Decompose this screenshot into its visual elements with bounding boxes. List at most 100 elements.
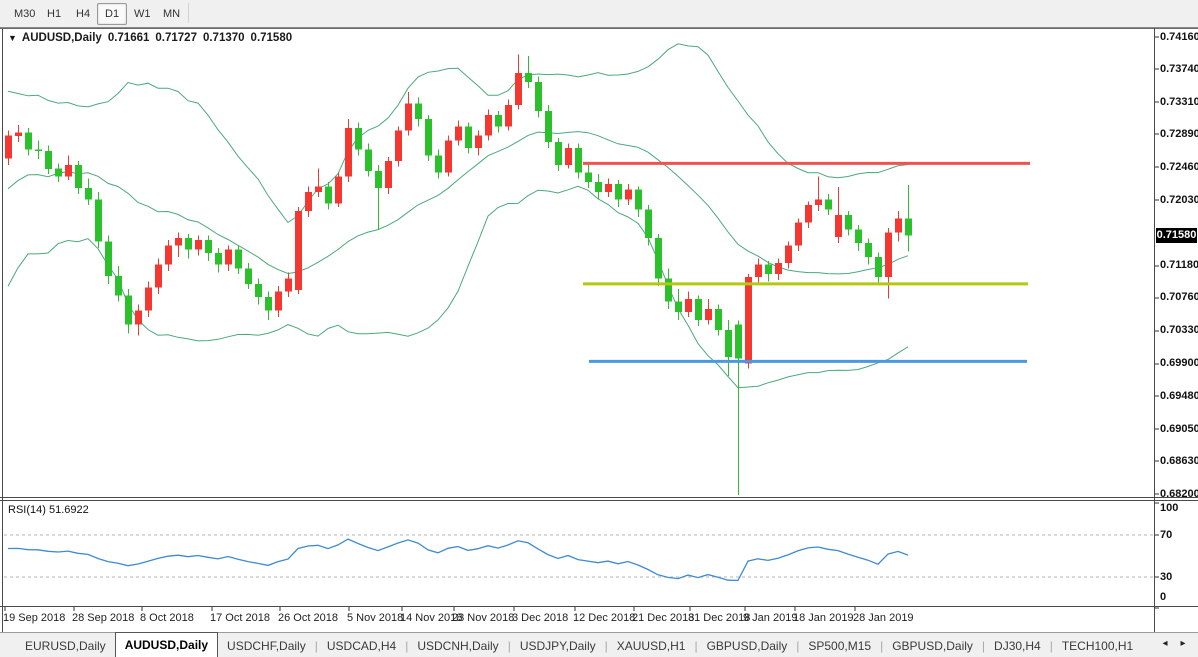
symbol-dropdown-icon[interactable]: ▼ — [8, 33, 17, 43]
date-axis-label: 17 Oct 2018 — [210, 612, 270, 624]
candle — [885, 228, 892, 299]
tab-audusd-daily[interactable]: AUDUSD,Daily — [115, 632, 218, 657]
candle — [245, 263, 252, 289]
candle — [385, 157, 392, 194]
tab-scroll-left-icon[interactable]: ◂ — [1158, 638, 1172, 649]
candle — [765, 261, 772, 282]
tab-tech100-h1[interactable]: TECH100,H1 — [1053, 635, 1142, 657]
bollinger-lower-band — [8, 186, 908, 387]
timeframe-button-d1[interactable]: D1 — [97, 3, 127, 25]
date-axis-label: 28 Sep 2018 — [72, 612, 134, 624]
candle — [135, 305, 142, 336]
candle — [65, 156, 72, 181]
candle — [855, 225, 862, 251]
tab-sp500-m15[interactable]: SP500,M15 — [799, 635, 880, 657]
rsi-axis-label: 70 — [1160, 529, 1172, 541]
tab-gbpusd-daily[interactable]: GBPUSD,Daily — [698, 635, 797, 657]
tab-xauusd-h1[interactable]: XAUUSD,H1 — [608, 635, 695, 657]
candle — [175, 232, 182, 257]
candle — [755, 259, 762, 284]
candle — [605, 179, 612, 197]
candle — [115, 266, 122, 301]
tab-gbpusd-daily[interactable]: GBPUSD,Daily — [883, 635, 982, 657]
tab-eurusd-daily[interactable]: EURUSD,Daily — [16, 635, 115, 657]
chart-title: ▼AUDUSD,Daily0.716610.717270.713700.7158… — [8, 32, 292, 44]
tab-scroll-right-icon[interactable]: ▸ — [1176, 638, 1190, 649]
ohlc-close: 0.71580 — [251, 32, 293, 44]
rsi-axis-label: 30 — [1160, 571, 1172, 583]
timeframe-button-m30[interactable]: M30 — [6, 3, 43, 25]
tab-list: EURUSD,DailyAUDUSD,DailyUSDCHF,Daily|USD… — [16, 633, 1142, 657]
rsi-level-lines — [4, 535, 1153, 577]
candle — [325, 182, 332, 210]
tab-dj30-h4[interactable]: DJ30,H4 — [985, 635, 1050, 657]
candle — [815, 176, 822, 211]
candle — [725, 320, 732, 376]
candle — [485, 110, 492, 141]
candle — [265, 292, 272, 320]
chart-canvas — [0, 0, 1198, 657]
trading-app-window: M30H1H4D1W1MN ▼AUDUSD,Daily0.716610.7172… — [0, 0, 1198, 657]
timeframe-button-h4[interactable]: H4 — [68, 3, 98, 25]
candle — [415, 97, 422, 126]
candle — [355, 123, 362, 156]
candle — [335, 173, 342, 208]
tab-usdcad-h4[interactable]: USDCAD,H4 — [318, 635, 405, 657]
price-axis-label: 0.68200 — [1160, 488, 1198, 501]
ohlc-low: 0.71370 — [203, 32, 245, 44]
bollinger-middle-band — [8, 132, 908, 274]
candle — [45, 146, 52, 174]
candle — [455, 120, 462, 145]
candle — [695, 295, 702, 326]
candle — [25, 128, 32, 156]
candle — [635, 186, 642, 217]
candle — [785, 242, 792, 269]
chart-tab-bar: EURUSD,DailyAUDUSD,DailyUSDCHF,Daily|USD… — [0, 632, 1198, 657]
tab-usdchf-daily[interactable]: USDCHF,Daily — [218, 635, 315, 657]
candle — [35, 140, 42, 159]
candle — [85, 179, 92, 205]
candle — [805, 202, 812, 228]
rsi-axis-label: 0 — [1160, 591, 1166, 603]
tab-usdcnh-daily[interactable]: USDCNH,Daily — [408, 635, 507, 657]
tab-usdjpy-daily[interactable]: USDJPY,Daily — [511, 635, 605, 657]
timeframe-button-h1[interactable]: H1 — [39, 3, 69, 25]
candle — [475, 130, 482, 155]
price-axis-label: 0.68630 — [1160, 455, 1198, 468]
candle — [165, 240, 172, 271]
candle — [425, 115, 432, 161]
candle — [675, 289, 682, 320]
candle — [545, 105, 552, 148]
price-axis-border — [1154, 28, 1155, 632]
candle — [615, 180, 622, 207]
chart-left-border — [2, 28, 3, 632]
candle — [5, 130, 12, 165]
price-axis-label: 0.70330 — [1160, 324, 1198, 337]
candle — [715, 305, 722, 336]
candle — [865, 239, 872, 265]
candle — [515, 54, 522, 109]
date-axis-label: 28 Jan 2019 — [853, 612, 914, 624]
candle — [555, 138, 562, 171]
candle — [845, 211, 852, 236]
candle — [665, 269, 672, 310]
candle — [735, 321, 742, 495]
timeframe-button-w1[interactable]: W1 — [126, 3, 159, 25]
pane-splitter-top[interactable] — [0, 497, 1198, 498]
candle — [95, 192, 102, 248]
bollinger-upper-band — [8, 44, 908, 223]
candle — [835, 187, 842, 243]
timeframe-button-mn[interactable]: MN — [155, 3, 188, 25]
rsi-name: RSI(14) — [8, 504, 46, 516]
price-axis-label: 0.70760 — [1160, 291, 1198, 304]
rsi-line — [8, 539, 908, 580]
date-axis-label: 19 Sep 2018 — [3, 612, 65, 624]
candle — [685, 292, 692, 317]
bollinger-bands — [8, 44, 908, 388]
candle — [775, 259, 782, 281]
candle — [125, 289, 132, 334]
date-axis-label: 9 Jan 2019 — [743, 612, 797, 624]
candle — [205, 236, 212, 261]
candle — [345, 119, 352, 182]
rsi-value: 51.6922 — [49, 504, 89, 516]
